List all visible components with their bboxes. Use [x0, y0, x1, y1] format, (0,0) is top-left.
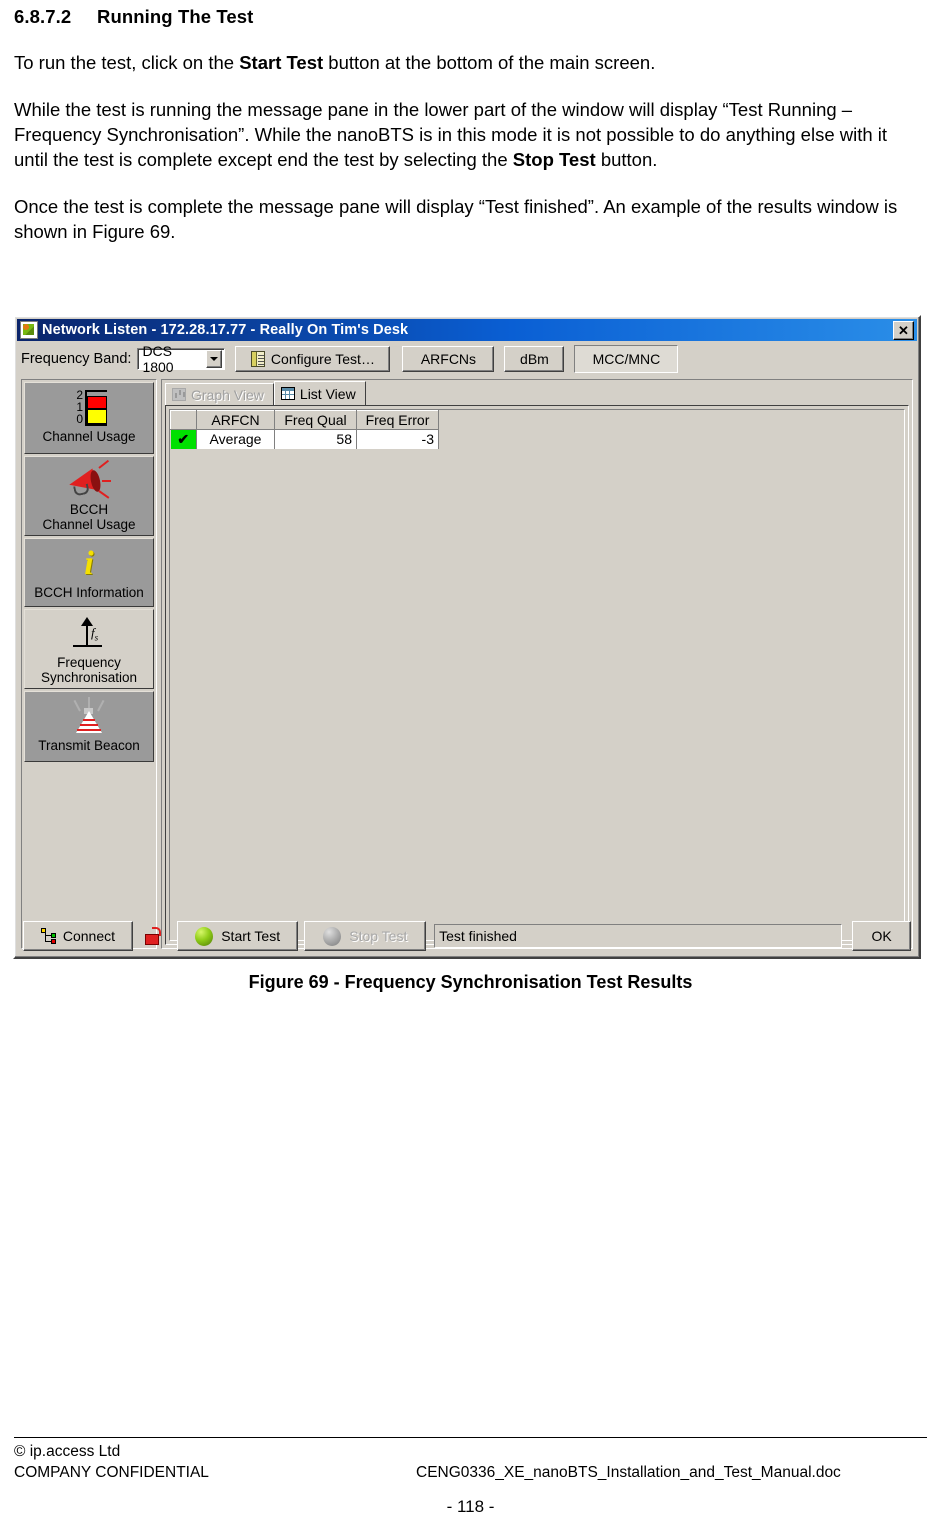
- grid-table-icon: [280, 387, 295, 400]
- network-tree-icon: [40, 928, 57, 944]
- mcc-mnc-button[interactable]: MCC/MNC: [574, 345, 679, 373]
- cell-freq-error: -3: [356, 429, 439, 449]
- grey-led-icon: [323, 926, 342, 946]
- ok-label: OK: [871, 928, 892, 944]
- configure-test-label: Configure Test…: [270, 351, 375, 367]
- open-padlock-icon[interactable]: [144, 927, 161, 945]
- column-header-freq-qual[interactable]: Freq Qual: [274, 410, 357, 430]
- dbm-label: dBm: [520, 351, 549, 367]
- window-title: Network Listen - 172.28.17.77 - Really O…: [42, 322, 409, 338]
- paragraph-3: Once the test is complete the message pa…: [14, 194, 914, 244]
- bar-chart-icon: 2 1 0: [61, 387, 117, 429]
- status-message-field: Test finished: [434, 924, 843, 948]
- info-i-icon: i: [84, 545, 94, 582]
- ok-button[interactable]: OK: [852, 921, 911, 951]
- para-2-part-1: While the test is running the message pa…: [14, 99, 888, 170]
- green-led-icon: [195, 926, 214, 946]
- stop-test-button: Stop Test: [304, 921, 427, 951]
- footer-copyright: © ip.access Ltd: [14, 1443, 121, 1460]
- sidebar-item-label: Channel Usage: [42, 429, 136, 444]
- megaphone-icon: [63, 459, 115, 502]
- connect-button[interactable]: Connect: [23, 921, 133, 951]
- tab-label: List View: [299, 385, 356, 402]
- cell-freq-qual: 58: [274, 429, 357, 449]
- connect-label: Connect: [62, 928, 115, 944]
- frequency-band-select[interactable]: DCS 1800: [137, 343, 226, 375]
- bar-chart-tick-0: 0: [76, 412, 83, 426]
- page-number: - 118 -: [446, 1497, 495, 1516]
- sidebar-item-label: BCCH Information: [34, 585, 144, 600]
- para-2-part-2: Stop Test: [512, 149, 596, 170]
- toolbar: Frequency Band: DCS 1800 Configure Test……: [17, 343, 917, 375]
- para-1-part-2: Start Test: [239, 52, 324, 73]
- frequency-band-label: Frequency Band:: [21, 351, 132, 367]
- view-tabs: Graph View List View: [165, 381, 366, 405]
- status-message: Test finished: [439, 928, 517, 944]
- table-row[interactable]: ✔ Average 58 -3: [170, 429, 439, 449]
- para-2-part-3: button.: [595, 149, 658, 170]
- column-header-arfcn[interactable]: ARFCN: [196, 410, 275, 430]
- sidebar-item-label: BCCH Channel Usage: [42, 502, 136, 532]
- sidebar-item-label: Transmit Beacon: [38, 738, 140, 753]
- paragraph-2: While the test is running the message pa…: [14, 97, 914, 172]
- dbm-button[interactable]: dBm: [504, 346, 565, 372]
- mcc-mnc-label: MCC/MNC: [592, 351, 661, 367]
- sidebar: 2 1 0 Channel Usage BCCH Channel Usage i…: [21, 379, 157, 949]
- sidebar-item-transmit-beacon[interactable]: Transmit Beacon: [24, 691, 154, 762]
- column-header-check[interactable]: [170, 410, 197, 430]
- bar-chart-icon: [172, 388, 186, 401]
- chevron-down-icon[interactable]: [205, 350, 223, 368]
- sidebar-item-bcch-information[interactable]: i BCCH Information: [24, 538, 154, 607]
- cell-arfcn: Average: [196, 429, 275, 449]
- start-test-label: Start Test: [221, 928, 281, 944]
- tab-label: Graph View: [191, 386, 264, 403]
- up-arrow-fs-icon: fs: [63, 614, 115, 655]
- frequency-band-value: DCS 1800: [142, 343, 174, 375]
- table-header-row: ARFCN Freq Qual Freq Error: [170, 410, 439, 430]
- para-1-part-1: To run the test, click on the: [14, 52, 240, 73]
- arfcns-label: ARFCNs: [420, 351, 477, 367]
- document-body: 6.8.7.2 Running The Test To run the test,…: [14, 0, 914, 244]
- stop-test-label: Stop Test: [349, 928, 408, 944]
- sidebar-item-frequency-synchronisation[interactable]: fs Frequency Synchronisation: [24, 609, 154, 689]
- bottom-toolbar: Connect Start Test Stop Test Test finish…: [19, 917, 915, 955]
- footer-divider: [14, 1437, 927, 1438]
- arfcns-button[interactable]: ARFCNs: [402, 346, 495, 372]
- page-title: 6.8.7.2 Running The Test: [14, 6, 914, 28]
- para-3-part-1: Once the test is complete the message pa…: [14, 196, 898, 242]
- results-table: ARFCN Freq Qual Freq Error ✔ Average 58 …: [170, 410, 439, 449]
- page-footer: © ip.access Ltd COMPANY CONFIDENTIAL CEN…: [14, 1441, 927, 1483]
- figure-caption: Figure 69 - Frequency Synchronisation Te…: [248, 972, 693, 992]
- heading-number: 6.8.7.2: [14, 6, 72, 27]
- para-1-part-3: button at the bottom of the main screen.: [323, 52, 656, 73]
- paragraph-1: To run the test, click on the Start Test…: [14, 50, 914, 75]
- puzzle-piece-icon: [20, 321, 38, 339]
- sidebar-item-channel-usage[interactable]: 2 1 0 Channel Usage: [24, 382, 154, 454]
- beacon-icon: [64, 696, 114, 738]
- sidebar-item-label: Frequency Synchronisation: [40, 655, 138, 685]
- footer-confidentiality: COMPANY CONFIDENTIAL: [14, 1464, 209, 1481]
- close-icon[interactable]: ✕: [893, 320, 914, 340]
- heading-text: Running The Test: [97, 6, 254, 27]
- row-checkbox[interactable]: ✔: [170, 429, 197, 449]
- tab-graph-view[interactable]: Graph View: [165, 383, 274, 405]
- sidebar-item-bcch-channel-usage[interactable]: BCCH Channel Usage: [24, 456, 154, 536]
- window-titlebar: Network Listen - 172.28.17.77 - Really O…: [17, 319, 917, 341]
- document-icon: [250, 351, 265, 367]
- start-test-button[interactable]: Start Test: [176, 921, 299, 951]
- configure-test-button[interactable]: Configure Test…: [235, 346, 391, 372]
- tab-list-view[interactable]: List View: [273, 381, 366, 405]
- network-listen-window: Network Listen - 172.28.17.77 - Really O…: [13, 315, 921, 959]
- results-list-panel[interactable]: ARFCN Freq Qual Freq Error ✔ Average 58 …: [165, 405, 909, 945]
- footer-filename: CENG0336_XE_nanoBTS_Installation_and_Tes…: [416, 1464, 841, 1481]
- column-header-freq-error[interactable]: Freq Error: [356, 410, 439, 430]
- results-list-inner: ARFCN Freq Qual Freq Error ✔ Average 58 …: [169, 409, 905, 941]
